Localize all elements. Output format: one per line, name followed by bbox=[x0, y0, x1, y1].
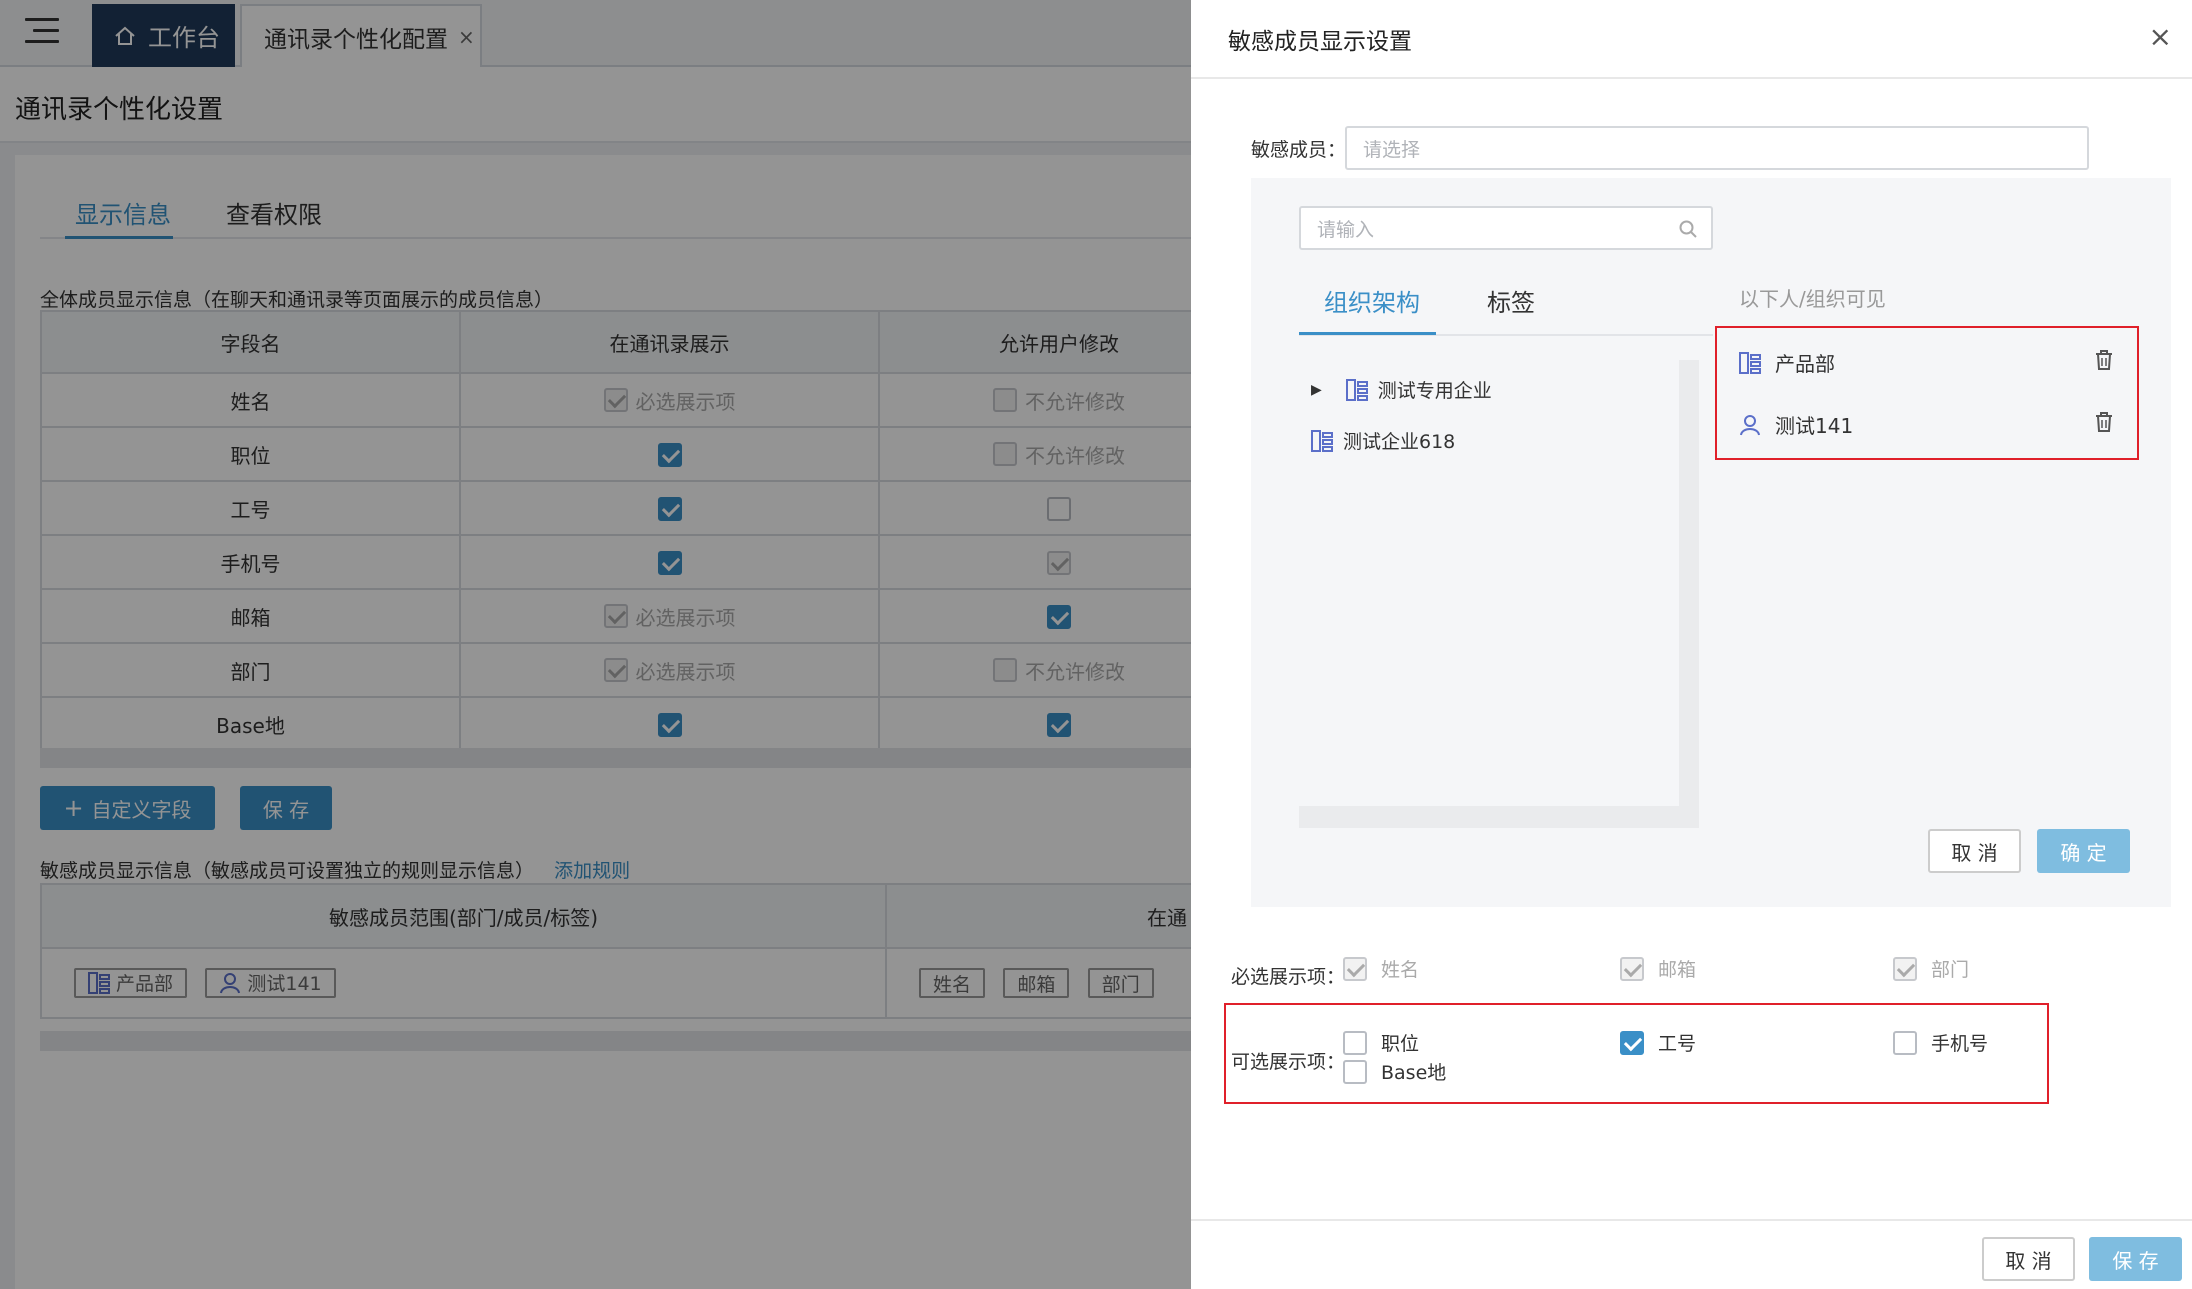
picker-cancel-button[interactable]: 取 消 bbox=[1928, 829, 2021, 873]
department-icon bbox=[1311, 429, 1333, 452]
tab-org-structure[interactable]: 组织架构 bbox=[1324, 283, 1420, 318]
search-icon bbox=[1679, 220, 1697, 238]
option-label: 工号 bbox=[1658, 1033, 1697, 1055]
horizontal-scrollbar[interactable] bbox=[1299, 806, 1679, 828]
tree-node[interactable]: 测试企业618 bbox=[1311, 427, 1455, 454]
option-label: 职位 bbox=[1381, 1033, 1420, 1055]
caret-right-icon[interactable]: ▶ bbox=[1311, 382, 1322, 398]
checkbox[interactable] bbox=[1620, 1030, 1644, 1055]
checkbox[interactable] bbox=[1893, 1030, 1917, 1055]
trash-icon[interactable] bbox=[2095, 350, 2113, 370]
search-placeholder: 请输入 bbox=[1317, 218, 1375, 241]
checkbox[interactable] bbox=[1343, 1030, 1367, 1055]
selected-item-label: 测试141 bbox=[1775, 414, 1854, 438]
divider bbox=[1191, 77, 2192, 79]
user-icon bbox=[1740, 414, 1760, 435]
vertical-scrollbar[interactable] bbox=[1679, 360, 1699, 828]
close-icon[interactable]: × bbox=[2149, 20, 2172, 53]
checkbox[interactable] bbox=[1343, 1059, 1367, 1084]
drawer-title: 敏感成员显示设置 bbox=[1228, 29, 1412, 55]
optional-option[interactable]: 手机号 bbox=[1893, 1029, 1988, 1056]
sensitive-settings-drawer: 敏感成员显示设置 × 敏感成员： 请选择 请输入 组织架构 标签 以下人/组织可… bbox=[1191, 0, 2192, 1289]
footer-save-button[interactable]: 保 存 bbox=[2089, 1237, 2182, 1281]
checkbox bbox=[1343, 956, 1367, 981]
divider bbox=[1191, 1219, 2192, 1221]
modal-overlay[interactable] bbox=[0, 0, 1191, 1289]
tree-node-label: 测试专用企业 bbox=[1377, 380, 1492, 402]
department-icon bbox=[1345, 378, 1368, 401]
selected-item: 产品部 bbox=[1739, 348, 1835, 377]
option-label: 部门 bbox=[1931, 959, 1970, 981]
tree-node-label: 测试企业618 bbox=[1343, 431, 1456, 453]
org-tree: ▶ 测试专用企业 测试企业618 bbox=[1299, 360, 1699, 828]
optional-option[interactable]: 职位 bbox=[1343, 1029, 1419, 1056]
tree-node[interactable]: ▶ 测试专用企业 bbox=[1311, 376, 1492, 403]
trash-icon[interactable] bbox=[2095, 412, 2113, 432]
optional-option[interactable]: Base地 bbox=[1343, 1058, 1446, 1085]
selected-list-highlight bbox=[1715, 326, 2139, 460]
footer-cancel-button[interactable]: 取 消 bbox=[1982, 1237, 2075, 1281]
required-option: 姓名 bbox=[1343, 955, 1419, 982]
member-select[interactable]: 请选择 bbox=[1345, 126, 2089, 170]
required-option: 部门 bbox=[1893, 955, 1969, 982]
option-label: 手机号 bbox=[1931, 1033, 1989, 1055]
tab-tags[interactable]: 标签 bbox=[1487, 283, 1535, 318]
checkbox bbox=[1893, 956, 1917, 981]
selected-item-label: 产品部 bbox=[1775, 352, 1835, 376]
visible-label: 以下人/组织可见 bbox=[1739, 287, 1886, 311]
option-label: 邮箱 bbox=[1658, 959, 1697, 981]
tab-active-indicator bbox=[1299, 332, 1436, 335]
required-option: 邮箱 bbox=[1620, 955, 1696, 982]
option-label: 姓名 bbox=[1381, 959, 1420, 981]
search-input[interactable]: 请输入 bbox=[1299, 206, 1713, 250]
department-icon bbox=[1739, 351, 1761, 374]
required-label: 必选展示项： bbox=[1231, 966, 1346, 988]
member-picker: 请输入 组织架构 标签 以下人/组织可见 ▶ 测试专用企业 测试企业618 产品… bbox=[1251, 178, 2171, 907]
option-label: Base地 bbox=[1381, 1062, 1447, 1084]
picker-confirm-button[interactable]: 确 定 bbox=[2037, 829, 2130, 873]
checkbox bbox=[1620, 956, 1644, 981]
optional-label: 可选展示项： bbox=[1231, 1051, 1346, 1073]
optional-option[interactable]: 工号 bbox=[1620, 1029, 1696, 1056]
selected-item: 测试141 bbox=[1739, 410, 1853, 439]
member-label: 敏感成员： bbox=[1251, 139, 1347, 161]
